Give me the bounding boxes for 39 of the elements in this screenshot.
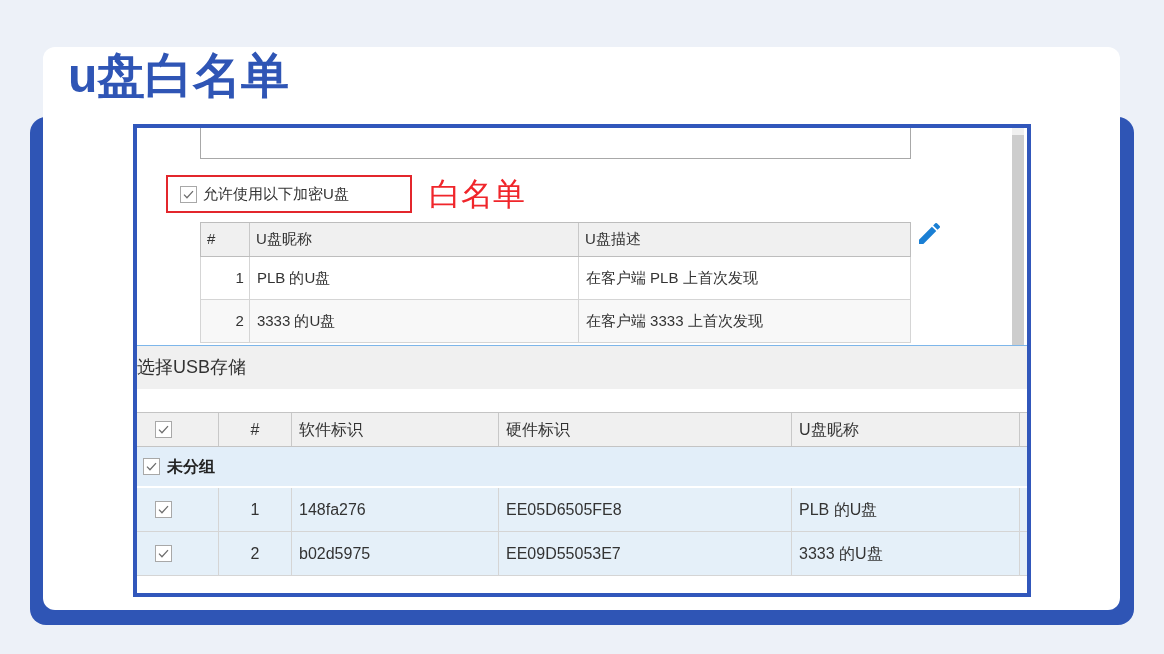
page-title: u盘白名单	[68, 48, 290, 104]
table-cell-text: 1	[234, 267, 245, 288]
table-cell: 在客户端 PLB 上首次发现	[577, 257, 910, 299]
table-cell: PLB 的U盘	[791, 488, 1019, 531]
column-header: #	[218, 413, 291, 446]
column-header: #	[206, 229, 217, 250]
checkbox[interactable]	[155, 421, 172, 438]
column-header: U盘昵称	[791, 413, 1019, 446]
table-cell: PLB 的U盘	[248, 257, 578, 299]
check-icon	[158, 425, 169, 434]
table-cell: b02d5975	[291, 532, 498, 575]
check-icon	[158, 549, 169, 558]
table-cell: EE05D6505FE8	[498, 488, 791, 531]
check-icon	[146, 462, 157, 471]
checkbox[interactable]	[155, 545, 172, 562]
column-header: U盘昵称	[248, 223, 578, 256]
annotation-label: 白名单	[429, 175, 525, 213]
table-cell: 1	[218, 488, 291, 531]
checkbox[interactable]	[155, 501, 172, 518]
checkbox-label[interactable]: 允许使用以下加密U盘	[203, 182, 349, 206]
scrollbar-thumb[interactable]	[1012, 135, 1024, 345]
column-header: U盘描述	[577, 223, 910, 256]
check-icon	[158, 505, 169, 514]
table-cell: 148fa276	[291, 488, 498, 531]
table-cell-text: 2	[234, 310, 245, 331]
table-cell: 3333 的U盘	[791, 532, 1019, 575]
check-icon	[183, 189, 194, 199]
table-cell: 在客户端 3333 上首次发现	[577, 300, 910, 342]
checkbox[interactable]	[180, 185, 197, 203]
pencil-icon[interactable]	[919, 223, 940, 244]
table-cell: 3333 的U盘	[248, 300, 578, 342]
column-header: 硬件标识	[498, 413, 791, 446]
dialog-title: 选择USB存储	[137, 356, 246, 379]
group-label: 未分组	[167, 456, 215, 477]
checkbox[interactable]	[143, 458, 160, 475]
table-cell: EE09D55053E7	[498, 532, 791, 575]
column-header: 软件标识	[291, 413, 498, 446]
text-area-field[interactable]	[200, 128, 911, 159]
table-cell: 2	[218, 532, 291, 575]
